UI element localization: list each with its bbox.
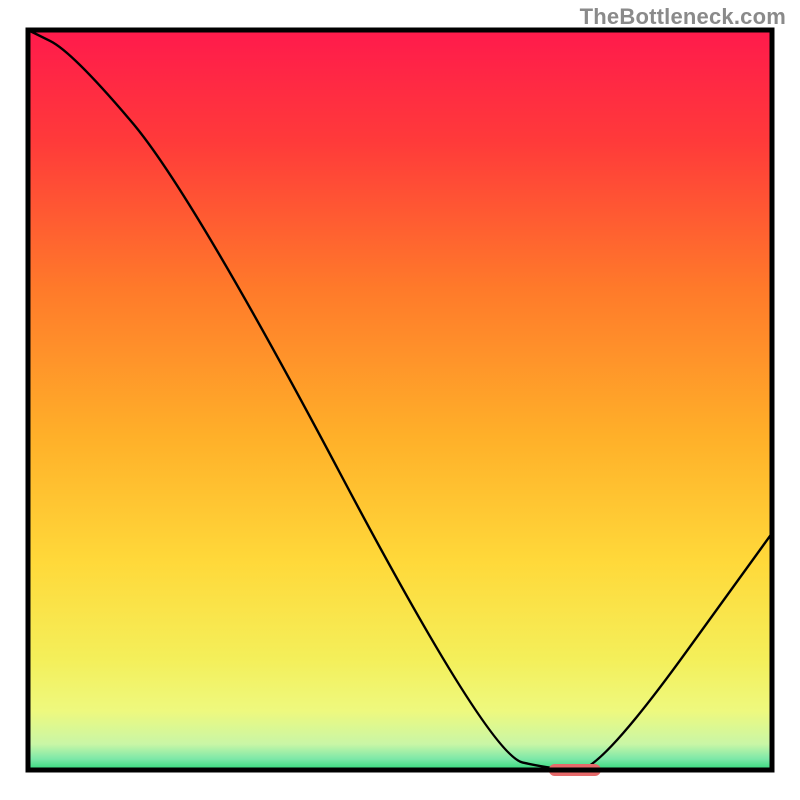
bottleneck-chart [0,0,800,800]
watermark-text: TheBottleneck.com [580,4,786,30]
chart-container: TheBottleneck.com [0,0,800,800]
plot-background [28,30,772,770]
